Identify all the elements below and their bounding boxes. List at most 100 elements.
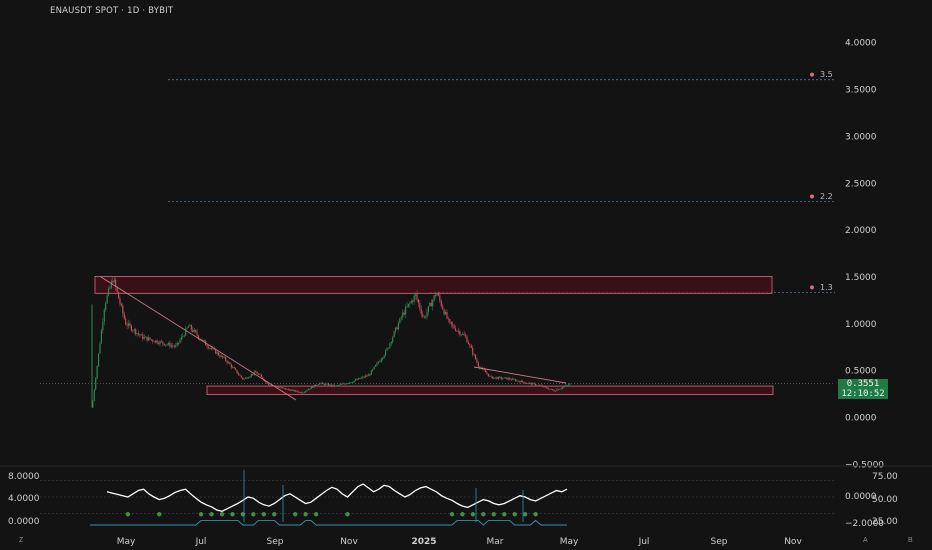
candle-body bbox=[353, 380, 355, 383]
horizontal-levels: 3.5 2.2 1.3 bbox=[168, 70, 835, 293]
candle-body bbox=[292, 389, 294, 391]
candle-body bbox=[139, 334, 141, 336]
candle-body bbox=[359, 378, 361, 379]
candle-body bbox=[502, 378, 504, 380]
candle-body bbox=[180, 336, 182, 341]
log-scale-button[interactable]: B bbox=[908, 537, 913, 544]
candle-body bbox=[490, 375, 492, 377]
candle-body bbox=[374, 365, 377, 367]
candle-body bbox=[210, 348, 212, 350]
candle-body bbox=[279, 387, 281, 388]
candle-body bbox=[203, 340, 205, 341]
candle-body bbox=[416, 294, 418, 300]
candle-body bbox=[160, 341, 162, 342]
candle-body bbox=[136, 333, 138, 335]
candle-body bbox=[464, 335, 467, 337]
candle-body bbox=[559, 388, 561, 390]
candle-body bbox=[95, 378, 97, 390]
signal-dot bbox=[345, 512, 350, 517]
signal-dot bbox=[449, 512, 455, 517]
candle-body bbox=[380, 359, 382, 362]
candle-body bbox=[393, 331, 395, 338]
candle-body bbox=[409, 302, 411, 304]
candle-body bbox=[400, 317, 402, 319]
candle-body bbox=[143, 337, 145, 340]
candle-body bbox=[187, 326, 190, 328]
candle-body bbox=[564, 385, 567, 387]
signal-dot bbox=[313, 512, 319, 517]
candle-body bbox=[330, 384, 332, 386]
time-tick-label: Mar bbox=[487, 537, 504, 547]
candle-body bbox=[484, 370, 487, 373]
candle-body bbox=[290, 389, 292, 391]
candle-body bbox=[467, 342, 470, 345]
candle-body bbox=[217, 352, 220, 356]
oscillator-left-tick: 4.0000 bbox=[8, 494, 40, 504]
candle-body bbox=[142, 334, 144, 340]
candle-body bbox=[166, 344, 168, 346]
candle-body bbox=[544, 386, 547, 388]
level-label: 2.2 bbox=[820, 192, 833, 201]
candle-body bbox=[397, 323, 400, 330]
candle-body bbox=[417, 299, 420, 304]
candle-body bbox=[547, 388, 549, 390]
candle-body bbox=[303, 392, 305, 393]
time-tick-label: May bbox=[117, 537, 136, 547]
candle-body bbox=[150, 339, 152, 341]
candle-body bbox=[137, 333, 140, 335]
candle-body bbox=[102, 321, 104, 331]
candle-body bbox=[337, 385, 340, 386]
candle-body bbox=[105, 303, 107, 310]
signal-dot bbox=[470, 512, 476, 517]
chart-canvas: 4.0000 3.5000 3.0000 2.5000 2.0000 1.5000 1.00… bbox=[0, 39, 932, 547]
candle-body bbox=[250, 374, 252, 377]
signal-line bbox=[90, 519, 567, 526]
candle-body bbox=[509, 378, 511, 380]
price-tick-label: 3.5000 bbox=[845, 86, 877, 96]
candle-body bbox=[546, 387, 548, 389]
candle-body bbox=[363, 376, 365, 378]
candle-body bbox=[269, 384, 271, 386]
candle-body bbox=[289, 389, 291, 391]
candle-body bbox=[207, 346, 210, 349]
candle-body bbox=[556, 389, 558, 391]
candle-body bbox=[494, 377, 497, 379]
candle-body bbox=[119, 298, 121, 304]
candle-body bbox=[159, 341, 161, 345]
candle-body bbox=[552, 389, 554, 391]
candle-body bbox=[237, 373, 240, 375]
candle-body bbox=[520, 380, 522, 383]
candle-body bbox=[130, 325, 132, 331]
candle-body bbox=[517, 380, 519, 382]
candle-body bbox=[387, 347, 390, 349]
candle-body bbox=[165, 344, 167, 346]
candle-body bbox=[182, 335, 184, 337]
candle-body bbox=[557, 389, 559, 391]
candle-body bbox=[413, 295, 415, 302]
auto-scale-button[interactable]: A bbox=[863, 537, 868, 544]
candle-body bbox=[313, 384, 315, 388]
signal-dot bbox=[533, 512, 538, 517]
candle-body bbox=[476, 359, 478, 363]
price-tick-label: 4.0000 bbox=[845, 39, 877, 49]
candle-body bbox=[383, 355, 385, 358]
candle-body bbox=[356, 379, 358, 381]
timezone-button[interactable]: Z bbox=[19, 537, 23, 544]
oscillator-panel: 8.00004.00000.000075.000.000050.00−2.000… bbox=[0, 465, 932, 529]
oscillator-right-tick: 50.00 bbox=[872, 495, 898, 505]
candle-body bbox=[123, 313, 125, 319]
candle-body bbox=[226, 360, 228, 363]
candle-body bbox=[299, 392, 301, 393]
candle-body bbox=[402, 312, 404, 318]
candle-body bbox=[225, 357, 227, 361]
signal-dot bbox=[303, 512, 308, 517]
candle-body bbox=[106, 295, 108, 304]
candle-body bbox=[152, 339, 154, 342]
trendlines bbox=[100, 276, 567, 401]
candle-body bbox=[153, 341, 155, 343]
candle-body bbox=[149, 337, 151, 340]
candle-body bbox=[549, 389, 551, 391]
level-marker-icon bbox=[810, 72, 814, 77]
candle-body bbox=[126, 324, 128, 326]
time-tick-label: 2025 bbox=[411, 537, 436, 547]
